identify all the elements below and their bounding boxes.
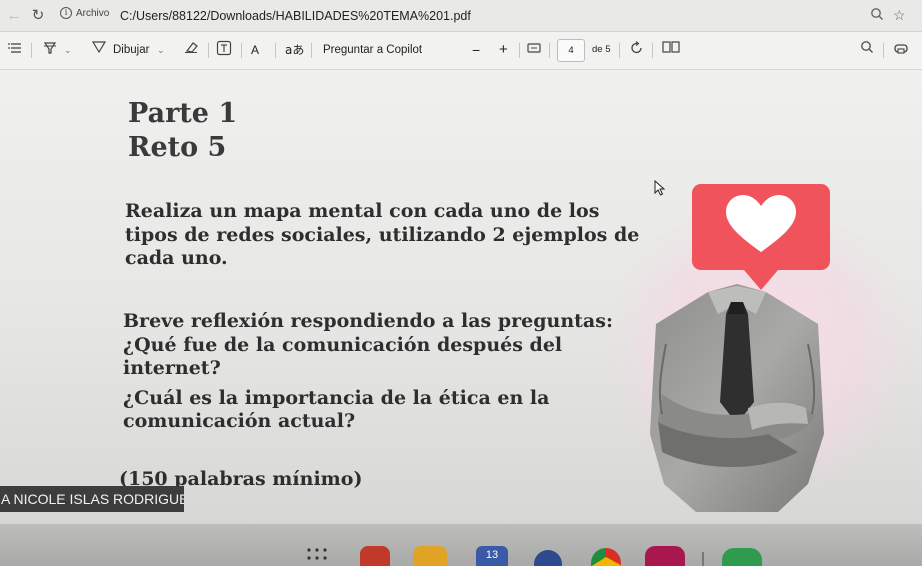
app-icon-green[interactable] <box>722 548 762 566</box>
taskbar-strip: 13 <box>0 524 922 566</box>
toolbar-divider <box>31 43 32 58</box>
instruction-line: cada uno. <box>125 247 228 269</box>
toolbar-divider <box>208 43 209 58</box>
toolbar-divider <box>619 43 620 58</box>
pdf-page: Parte 1 Reto 5 Realiza un mapa mental co… <box>0 70 922 525</box>
heart-bubble-icon <box>692 184 830 290</box>
reto-title: Reto 5 <box>128 132 227 163</box>
headless-man-illustration <box>650 284 824 512</box>
print-icon[interactable] <box>893 40 909 62</box>
instruction-line: Realiza un mapa mental con cada uno de l… <box>125 200 600 222</box>
chevron-down-icon[interactable]: ⌄ <box>157 40 165 60</box>
page-view-icon[interactable] <box>662 40 680 60</box>
toolbar-divider <box>275 43 276 58</box>
app-grid-icon[interactable] <box>306 546 328 562</box>
reflection-line: comunicación actual? <box>123 410 356 432</box>
taskbar-divider <box>702 552 704 566</box>
text-size-button[interactable]: A <box>251 41 259 59</box>
student-name-banner: A NICOLE ISLAS RODRIGUEZ <box>0 486 184 512</box>
eraser-icon[interactable] <box>183 40 199 60</box>
refresh-icon[interactable]: ↻ <box>28 6 48 26</box>
page-total-label: de 5 <box>592 44 611 55</box>
star-icon[interactable]: ☆ <box>893 7 906 24</box>
contents-icon[interactable] <box>8 40 22 60</box>
rotate-icon[interactable] <box>629 40 645 62</box>
highlight-icon[interactable] <box>42 40 58 62</box>
search-icon[interactable] <box>860 40 874 60</box>
back-icon[interactable]: ← <box>4 6 24 26</box>
info-icon: i <box>60 7 72 19</box>
reflection-line: internet? <box>123 357 221 379</box>
instruction-line: tipos de redes sociales, utilizando 2 ej… <box>125 223 640 246</box>
address-bar: ← ↻ i Archivo C:/Users/88122/Downloads/H… <box>0 0 922 32</box>
app-icon-magenta[interactable] <box>645 546 685 566</box>
reflection-line: ¿Cuál es la importancia de la ética en l… <box>123 386 550 409</box>
calendar-icon[interactable]: 13 <box>476 546 508 566</box>
chevron-down-icon[interactable]: ⌄ <box>64 40 72 60</box>
toolbar-divider <box>883 43 884 58</box>
mouse-cursor-icon <box>654 180 666 196</box>
draw-icon[interactable] <box>91 40 107 60</box>
app-icon-red[interactable] <box>360 546 390 566</box>
page-number-input[interactable]: 4 <box>557 39 585 62</box>
toolbar-divider <box>519 43 520 58</box>
draw-button[interactable]: Dibujar <box>113 41 149 59</box>
url-field[interactable]: C:/Users/88122/Downloads/HABILIDADES%20T… <box>120 9 471 23</box>
instruction-text: Realiza un mapa mental con cada uno de l… <box>125 200 639 271</box>
site-info-label: Archivo <box>76 7 110 19</box>
search-icon[interactable] <box>870 7 884 24</box>
toolbar-divider <box>241 43 242 58</box>
toolbar-divider <box>652 43 653 58</box>
reflection-line: ¿Qué fue de la comunicación después del <box>123 333 563 356</box>
toolbar-divider <box>549 43 550 58</box>
part-title: Parte 1 <box>128 98 238 129</box>
text-box-icon[interactable] <box>216 40 232 62</box>
read-aloud-button[interactable]: aあ <box>285 41 304 59</box>
zoom-out-button[interactable]: − <box>472 41 480 59</box>
reflection-line: Breve reflexión respondiendo a las pregu… <box>123 310 613 332</box>
chrome-icon[interactable] <box>591 548 621 566</box>
reflection-text: Breve reflexión respondiendo a las pregu… <box>123 310 613 434</box>
folder-icon[interactable] <box>413 546 447 566</box>
ask-copilot-button[interactable]: Preguntar a Copilot <box>323 41 422 59</box>
pdf-toolbar: ⌄ Dibujar ⌄ A aあ Preguntar a Copilot − +… <box>0 32 922 70</box>
zoom-in-button[interactable]: + <box>499 41 508 59</box>
app-icon-blue[interactable] <box>534 550 562 566</box>
fit-width-icon[interactable] <box>527 40 541 60</box>
toolbar-divider <box>311 43 312 58</box>
site-info-chip[interactable]: i Archivo <box>60 7 109 19</box>
